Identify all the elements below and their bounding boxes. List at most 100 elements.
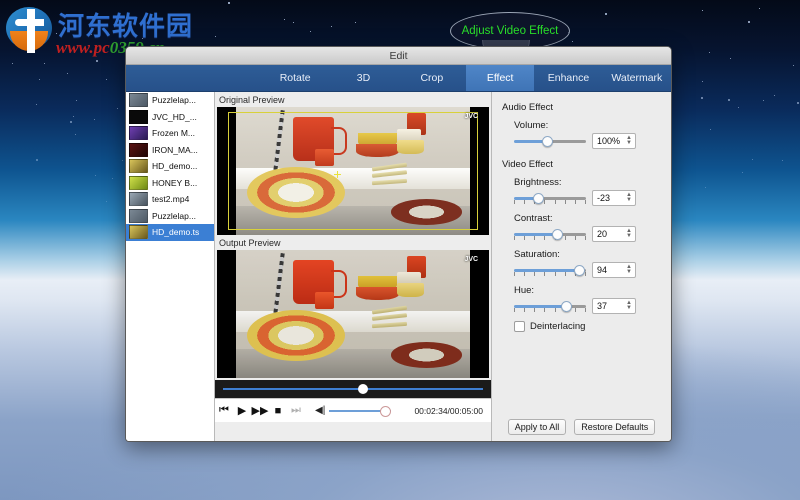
list-item[interactable]: Puzzlelap... (126, 92, 214, 109)
saturation-stepper[interactable]: 94 ▲ ▼ (592, 262, 636, 278)
deinterlacing-row[interactable]: Deinterlacing (514, 321, 663, 332)
brightness-row: -23 ▲ ▼ (514, 190, 663, 206)
contrast-slider-knob[interactable] (551, 228, 563, 240)
output-preview-video[interactable]: JVC (217, 250, 489, 378)
player-volume-slider[interactable] (329, 405, 392, 417)
hue-row: 37 ▲ ▼ (514, 298, 663, 314)
file-thumbnail-icon (129, 142, 148, 157)
hue-stepper[interactable]: 37 ▲ ▼ (592, 298, 636, 314)
previous-button[interactable]: ⏮ (215, 404, 233, 417)
video-frame-content: JVC (217, 107, 489, 235)
list-item[interactable]: HONEY B... (126, 175, 214, 192)
play-button[interactable]: ▶ (233, 404, 251, 417)
stop-button[interactable]: ■ (269, 405, 287, 417)
tab-watermark[interactable]: Watermark (603, 65, 671, 91)
list-item-label: Puzzlelap... (152, 210, 196, 221)
hue-slider[interactable] (514, 300, 586, 312)
stepper-down-icon[interactable]: ▼ (626, 233, 632, 239)
tab-crop[interactable]: Crop (398, 65, 466, 91)
volume-stepper-arrows[interactable]: ▲ ▼ (626, 134, 632, 148)
seek-slider[interactable] (223, 384, 483, 394)
deinterlacing-checkbox[interactable] (514, 321, 525, 332)
fast-forward-button[interactable]: ▶▶ (251, 404, 269, 417)
brightness-stepper-arrows[interactable]: ▲ ▼ (626, 191, 632, 205)
saturation-row: 94 ▲ ▼ (514, 262, 663, 278)
player-volume-knob[interactable] (380, 405, 392, 417)
tab-bar-left-pad (126, 65, 261, 91)
watermark-logo-icon (6, 5, 54, 53)
saturation-slider[interactable] (514, 264, 586, 276)
effect-action-buttons: Apply to All Restore Defaults (492, 419, 671, 435)
video-brand-label: JVC (464, 256, 479, 264)
saturation-slider-knob[interactable] (573, 264, 585, 276)
player-bar: ⏮ ▶ ▶▶ ■ ⏭ ◀| 00:02:34/00:05:00 (215, 380, 491, 422)
deinterlacing-label: Deinterlacing (530, 321, 586, 332)
list-item-label: Frozen M... (152, 128, 195, 139)
contrast-stepper[interactable]: 20 ▲ ▼ (592, 226, 636, 242)
hue-slider-ticks (514, 307, 586, 312)
contrast-value: 20 (597, 229, 608, 239)
stepper-down-icon[interactable]: ▼ (626, 140, 632, 146)
stepper-down-icon[interactable]: ▼ (626, 197, 632, 203)
video-brand-label: JVC (464, 113, 479, 121)
file-thumbnail-icon (129, 159, 148, 174)
list-item[interactable]: HD_demo... (126, 158, 214, 175)
file-thumbnail-icon (129, 225, 148, 240)
brightness-slider-knob[interactable] (532, 192, 544, 204)
video-effect-group-title: Video Effect (502, 159, 553, 170)
volume-slider-knob[interactable] (542, 135, 554, 147)
list-item[interactable]: Frozen M... (126, 125, 214, 142)
tab-3d[interactable]: 3D (329, 65, 397, 91)
file-list-sidebar[interactable]: Puzzlelap... JVC_HD_... Frozen M... IRON… (126, 92, 215, 441)
seek-knob[interactable] (358, 384, 369, 394)
desktop-background: 河东软件园 www.pc0359.cn Adjust Video Effect … (0, 0, 800, 500)
contrast-slider[interactable] (514, 228, 586, 240)
stepper-down-icon[interactable]: ▼ (626, 269, 632, 275)
list-item[interactable]: JVC_HD_... (126, 109, 214, 126)
file-thumbnail-icon (129, 93, 148, 108)
tab-bar: Rotate 3D Crop Effect Enhance Watermark (126, 65, 671, 92)
volume-label: Volume: (514, 120, 549, 131)
tab-enhance[interactable]: Enhance (534, 65, 602, 91)
hue-stepper-arrows[interactable]: ▲ ▼ (626, 299, 632, 313)
list-item-selected[interactable]: HD_demo.ts (126, 224, 214, 241)
file-thumbnail-icon (129, 175, 148, 190)
tab-effect[interactable]: Effect (465, 65, 535, 91)
brightness-value: -23 (597, 193, 611, 203)
brightness-label: Brightness: (514, 177, 562, 188)
saturation-stepper-arrows[interactable]: ▲ ▼ (626, 263, 632, 277)
list-item[interactable]: test2.mp4 (126, 191, 214, 208)
volume-stepper[interactable]: 100% ▲ ▼ (592, 133, 636, 149)
next-button[interactable]: ⏭ (287, 404, 305, 417)
output-preview-label: Output Preview (219, 238, 281, 248)
brightness-stepper[interactable]: -23 ▲ ▼ (592, 190, 636, 206)
callout-label: Adjust Video Effect (461, 25, 559, 37)
seek-track (223, 388, 483, 390)
stepper-down-icon[interactable]: ▼ (626, 305, 632, 311)
window-body: Puzzlelap... JVC_HD_... Frozen M... IRON… (126, 92, 671, 441)
brightness-slider[interactable] (514, 192, 586, 204)
contrast-stepper-arrows[interactable]: ▲ ▼ (626, 227, 632, 241)
list-item[interactable]: IRON_MA... (126, 142, 214, 159)
volume-slider[interactable] (514, 135, 586, 147)
brightness-slider-ticks (514, 199, 586, 204)
restore-defaults-button[interactable]: Restore Defaults (574, 419, 656, 435)
file-thumbnail-icon (129, 192, 148, 207)
tab-rotate[interactable]: Rotate (261, 65, 329, 91)
speaker-icon[interactable]: ◀| (315, 405, 325, 416)
effect-settings-panel: Audio Effect Volume: 100% ▲ ▼ Video Effe… (492, 92, 671, 441)
volume-value: 100% (597, 136, 621, 146)
window-titlebar: Edit (126, 47, 671, 65)
list-item-label: HD_demo... (152, 161, 198, 172)
file-thumbnail-icon (129, 109, 148, 124)
original-preview-video[interactable]: JVC (217, 107, 489, 235)
edit-window: Edit Rotate 3D Crop Effect Enhance Water… (125, 46, 672, 442)
crop-frame-overlay (227, 112, 479, 230)
apply-to-all-button[interactable]: Apply to All (507, 419, 567, 435)
list-item-label: IRON_MA... (152, 144, 198, 155)
list-item[interactable]: Puzzlelap... (126, 208, 214, 225)
hue-label: Hue: (514, 285, 535, 296)
crop-center-crosshair-icon (333, 171, 341, 178)
hue-slider-knob[interactable] (561, 300, 573, 312)
list-item-label: test2.mp4 (152, 194, 190, 205)
